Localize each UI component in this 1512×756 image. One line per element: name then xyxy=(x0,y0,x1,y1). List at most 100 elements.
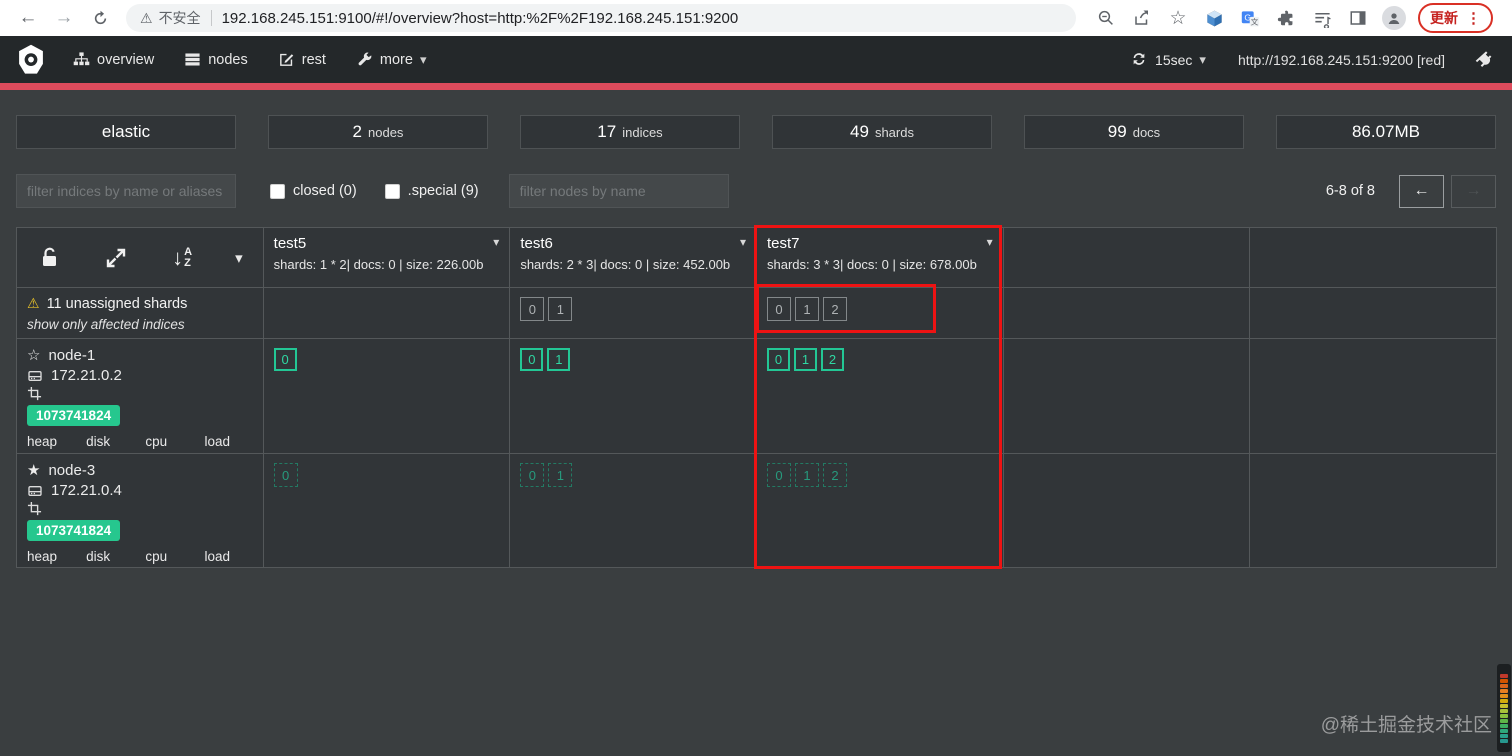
shard-box-1[interactable]: 1 xyxy=(548,463,573,487)
profile-avatar[interactable] xyxy=(1381,5,1407,31)
shard-box-2[interactable]: 2 xyxy=(821,348,844,371)
node-memory-badge: 1073741824 xyxy=(27,520,121,541)
index-summary: shards: 1 * 2| docs: 0 | size: 226.00b xyxy=(273,257,484,272)
special-checkbox-group[interactable]: .special (9) xyxy=(384,183,479,199)
connect-plug-icon[interactable] xyxy=(1475,50,1494,69)
edit-icon xyxy=(278,51,295,68)
zoom-icon[interactable] xyxy=(1093,5,1119,31)
table-controls-cell: ↓ A Z ▾ xyxy=(17,228,264,288)
shard-box-2[interactable]: 2 xyxy=(823,463,847,487)
shard-box-1[interactable]: 1 xyxy=(548,297,573,321)
browser-menu-icon[interactable]: ⋮ xyxy=(1466,9,1481,27)
chevron-down-icon[interactable]: ▾ xyxy=(235,249,243,267)
address-bar[interactable]: ⚠ 不安全 192.168.245.151:9100/#!/overview?h… xyxy=(126,4,1076,32)
nav-item-rest[interactable]: rest xyxy=(263,51,341,68)
nav-item-more[interactable]: more ▾ xyxy=(341,51,442,68)
index-header-test7: test7 ▾ shards: 3 * 3| docs: 0 | size: 6… xyxy=(757,228,1004,288)
crop-icon xyxy=(27,386,43,402)
expand-icon[interactable] xyxy=(103,245,129,271)
metric-disk: disk xyxy=(86,548,134,567)
cluster-connection-url[interactable]: http://192.168.245.151:9200 [red] xyxy=(1238,52,1445,68)
translate-icon[interactable]: G文 xyxy=(1237,5,1263,31)
bookmark-star-icon[interactable]: ☆ xyxy=(1165,5,1191,31)
shard-box-0[interactable]: 0 xyxy=(520,463,545,487)
not-secure-icon[interactable]: ⚠ xyxy=(140,10,153,27)
stat-label: indices xyxy=(622,125,663,140)
shard-box-1[interactable]: 1 xyxy=(795,463,819,487)
filter-nodes-input[interactable] xyxy=(508,174,729,208)
extension-cube-icon[interactable] xyxy=(1201,5,1227,31)
empty-cell xyxy=(1250,454,1497,568)
unassigned-count: 11 unassigned shards xyxy=(46,295,188,312)
warning-icon: ⚠ xyxy=(27,295,40,311)
node-name: node-3 xyxy=(48,462,96,479)
pagination: 6-8 of 8 ← → xyxy=(1326,174,1496,208)
svg-text:文: 文 xyxy=(1250,16,1258,26)
index-menu-caret[interactable]: ▾ xyxy=(740,235,746,249)
shard-box-0[interactable]: 0 xyxy=(767,348,790,371)
chevron-down-icon: ▾ xyxy=(1199,51,1206,67)
shard-box-1[interactable]: 1 xyxy=(795,297,819,321)
unassigned-cell-test5 xyxy=(263,288,511,339)
url-text[interactable]: 192.168.245.151:9100/#!/overview?host=ht… xyxy=(222,10,739,27)
share-icon[interactable] xyxy=(1129,5,1155,31)
shard-box-1[interactable]: 1 xyxy=(794,348,817,371)
reading-mode-icon[interactable] xyxy=(1345,5,1371,31)
stat-value: 99 xyxy=(1107,122,1127,141)
filter-indices-input[interactable] xyxy=(16,174,236,208)
node-ip: 172.21.0.2 xyxy=(51,367,122,384)
browser-actions: ☆ G文 更新 ⋮ xyxy=(1088,3,1493,33)
shard-box-1[interactable]: 1 xyxy=(547,348,571,371)
pagination-prev-button[interactable]: ← xyxy=(1399,174,1444,208)
shard-box-0[interactable]: 0 xyxy=(273,348,297,371)
shard-box-2[interactable]: 2 xyxy=(823,297,847,321)
star-outline-icon[interactable]: ☆ xyxy=(27,346,40,366)
stat-value: elastic xyxy=(101,122,151,141)
forward-icon[interactable]: → xyxy=(51,5,77,31)
sort-az-icon[interactable]: ↓ A Z xyxy=(169,245,195,271)
show-affected-indices-link[interactable]: show only affected indices xyxy=(27,317,253,332)
stat-box-docs: 99 docs xyxy=(1024,115,1244,149)
shard-box-0[interactable]: 0 xyxy=(767,297,791,321)
index-summary: shards: 2 * 3| docs: 0 | size: 452.00b xyxy=(520,257,731,272)
closed-checkbox[interactable] xyxy=(270,183,285,199)
refresh-interval-dropdown[interactable]: 15sec ▾ xyxy=(1131,51,1206,68)
stat-box-86.07MB: 86.07MB xyxy=(1276,115,1496,149)
special-checkbox[interactable] xyxy=(384,183,400,199)
nav-item-nodes[interactable]: nodes xyxy=(169,51,263,68)
stat-value: 49 xyxy=(850,122,869,141)
index-menu-caret[interactable]: ▾ xyxy=(987,235,993,249)
cluster-overview-table: ↓ A Z ▾ test5 ▾ shards: 1 * 2| docs: 0 | s… xyxy=(16,225,1497,569)
shard-box-0[interactable]: 0 xyxy=(520,348,544,371)
node-cell-node-3: ★ node-3 172.21.0.4 1073741824 heap disk… xyxy=(17,454,264,568)
reload-icon[interactable] xyxy=(87,5,113,31)
shard-box-0[interactable]: 0 xyxy=(273,463,298,487)
closed-checkbox-group[interactable]: closed (0) xyxy=(270,183,357,199)
browser-update-button[interactable]: 更新 ⋮ xyxy=(1418,3,1493,33)
shard-box-0[interactable]: 0 xyxy=(767,463,791,487)
empty-cell xyxy=(1003,339,1251,454)
pagination-next-button[interactable]: → xyxy=(1451,174,1496,208)
back-icon[interactable]: ← xyxy=(15,5,41,31)
star-filled-icon[interactable]: ★ xyxy=(27,461,40,481)
metric-disk: disk xyxy=(86,433,134,453)
shard-box-0[interactable]: 0 xyxy=(520,297,545,321)
index-menu-caret[interactable]: ▾ xyxy=(493,235,499,249)
index-header-test6: test6 ▾ shards: 2 * 3| docs: 0 | size: 4… xyxy=(510,228,757,288)
stat-value: 17 xyxy=(597,122,617,141)
empty-cell xyxy=(1250,288,1497,339)
elasticsearch-head-logo[interactable] xyxy=(14,43,48,77)
nav-label-nodes: nodes xyxy=(208,51,248,68)
shards-cell-node-3-test5: 0 xyxy=(263,454,511,568)
stat-label: nodes xyxy=(368,125,404,140)
stat-value: 2 xyxy=(352,122,363,141)
refresh-interval-value: 15sec xyxy=(1155,51,1193,68)
media-controls-icon[interactable] xyxy=(1309,5,1335,31)
disk-icon xyxy=(27,368,43,384)
nav-item-overview[interactable]: overview xyxy=(58,51,169,68)
extensions-puzzle-icon[interactable] xyxy=(1273,5,1299,31)
color-strip xyxy=(1497,664,1511,752)
unlock-icon[interactable] xyxy=(37,245,63,271)
metric-cpu: cpu xyxy=(145,433,193,453)
stat-label: shards xyxy=(874,125,914,140)
